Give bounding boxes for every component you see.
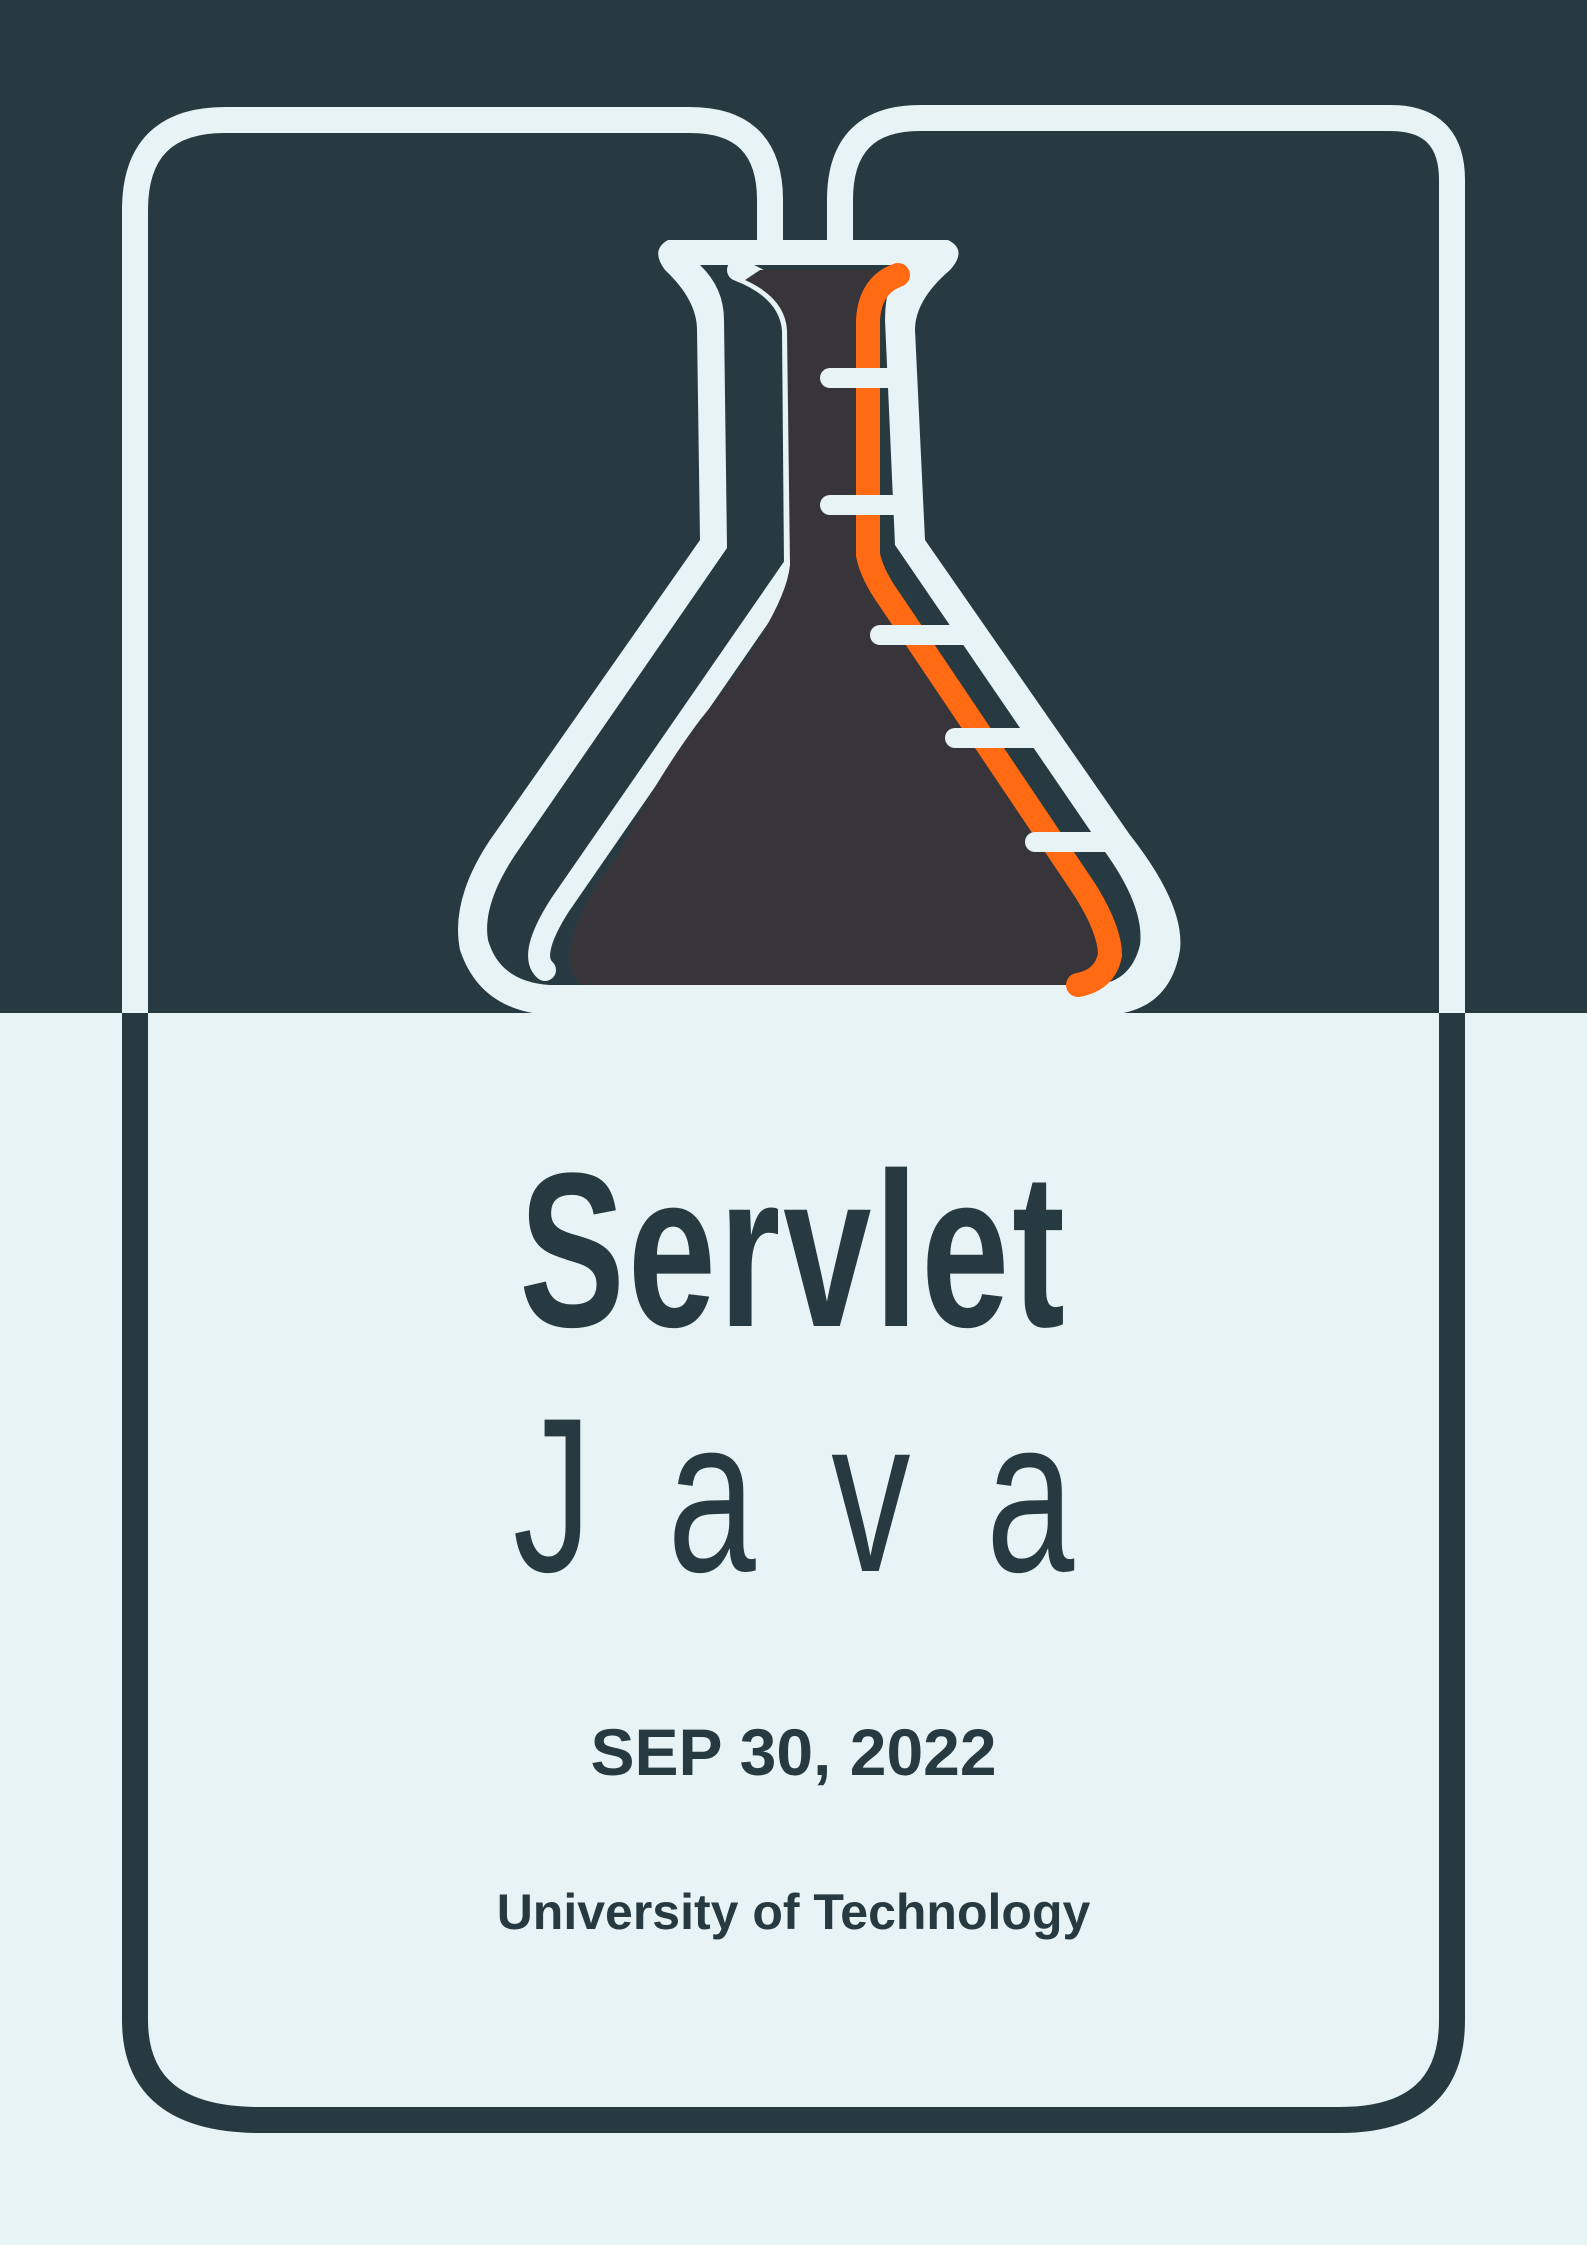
- erlenmeyer-flask-icon: [458, 240, 1181, 1015]
- title-line-1: Servlet: [519, 1127, 1068, 1373]
- poster-cover: Servlet Java SEP 30, 2022 University of …: [0, 0, 1587, 2245]
- event-date: SEP 30, 2022: [590, 1715, 997, 1789]
- organization-name: University of Technology: [496, 1884, 1091, 1940]
- title-line-2: Java: [512, 1372, 1150, 1618]
